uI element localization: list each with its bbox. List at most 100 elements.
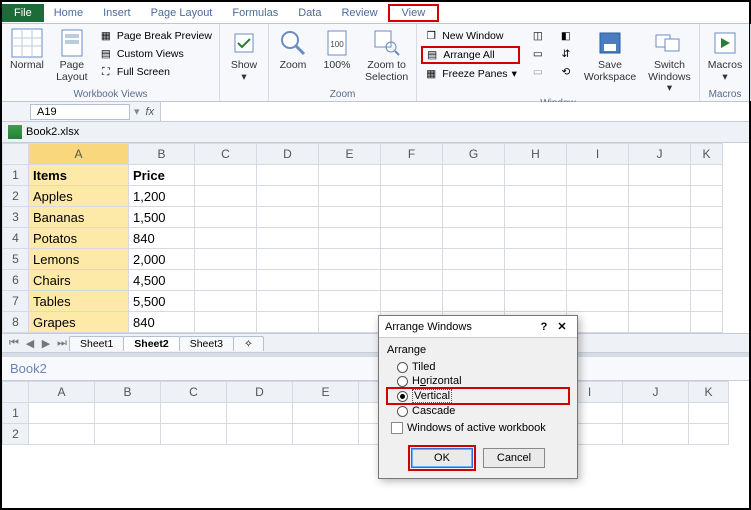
cell[interactable] bbox=[257, 312, 319, 333]
cell[interactable] bbox=[381, 228, 443, 249]
cell[interactable]: Tables bbox=[29, 291, 129, 312]
tab-review[interactable]: Review bbox=[331, 4, 387, 22]
cell[interactable] bbox=[381, 186, 443, 207]
split-button[interactable]: ◫ bbox=[528, 28, 548, 44]
select-all-cell[interactable] bbox=[3, 144, 29, 165]
cell[interactable] bbox=[293, 403, 359, 424]
cell[interactable] bbox=[689, 424, 729, 445]
cell[interactable] bbox=[319, 186, 381, 207]
sheet-tab-2[interactable]: Sheet2 bbox=[123, 336, 179, 351]
cell[interactable]: Items bbox=[29, 165, 129, 186]
col-header-E[interactable]: E bbox=[293, 382, 359, 403]
tab-data[interactable]: Data bbox=[288, 4, 331, 22]
sheet-nav-last[interactable]: ⏭ bbox=[54, 337, 70, 350]
worksheet-grid-2[interactable]: ABCDEFGHIJK 12 bbox=[2, 381, 729, 445]
radio-vertical[interactable]: Vertical bbox=[387, 388, 569, 404]
cell[interactable]: Apples bbox=[29, 186, 129, 207]
cell[interactable] bbox=[29, 403, 95, 424]
cell[interactable] bbox=[29, 424, 95, 445]
dialog-close-button[interactable]: ✕ bbox=[553, 320, 571, 333]
cell[interactable] bbox=[629, 270, 691, 291]
cell[interactable] bbox=[623, 424, 689, 445]
cell[interactable] bbox=[567, 228, 629, 249]
page-layout-button[interactable]: Page Layout bbox=[52, 26, 92, 85]
tab-view[interactable]: View bbox=[388, 4, 440, 22]
cell[interactable]: 840 bbox=[129, 312, 195, 333]
cell[interactable] bbox=[443, 228, 505, 249]
cell[interactable]: Lemons bbox=[29, 249, 129, 270]
cell[interactable] bbox=[689, 403, 729, 424]
cell[interactable] bbox=[567, 249, 629, 270]
cell[interactable] bbox=[691, 186, 723, 207]
cell[interactable] bbox=[257, 165, 319, 186]
cell[interactable] bbox=[567, 291, 629, 312]
zoom-to-selection-button[interactable]: Zoom to Selection bbox=[361, 26, 412, 85]
cell[interactable]: 1,200 bbox=[129, 186, 195, 207]
cell[interactable] bbox=[567, 165, 629, 186]
cell[interactable] bbox=[95, 424, 161, 445]
sheet-tab-3[interactable]: Sheet3 bbox=[179, 336, 234, 351]
cell[interactable] bbox=[505, 291, 567, 312]
cell[interactable] bbox=[195, 165, 257, 186]
cell[interactable] bbox=[195, 249, 257, 270]
cell[interactable]: 840 bbox=[129, 228, 195, 249]
cell[interactable]: Potatos bbox=[29, 228, 129, 249]
cell[interactable] bbox=[567, 186, 629, 207]
cell[interactable]: 5,500 bbox=[129, 291, 195, 312]
ok-button[interactable]: OK bbox=[411, 448, 473, 468]
cell[interactable] bbox=[567, 270, 629, 291]
tab-formulas[interactable]: Formulas bbox=[222, 4, 288, 22]
unhide-button[interactable]: ▭ bbox=[528, 64, 548, 80]
col-header-K[interactable]: K bbox=[691, 144, 723, 165]
save-workspace-button[interactable]: Save Workspace bbox=[580, 26, 640, 85]
cell[interactable] bbox=[319, 312, 381, 333]
cell[interactable] bbox=[443, 165, 505, 186]
cell[interactable] bbox=[319, 249, 381, 270]
col-header-K[interactable]: K bbox=[689, 382, 729, 403]
cell[interactable] bbox=[443, 270, 505, 291]
tab-insert[interactable]: Insert bbox=[93, 4, 141, 22]
cell[interactable] bbox=[195, 291, 257, 312]
cell[interactable] bbox=[227, 424, 293, 445]
cell[interactable] bbox=[629, 165, 691, 186]
cell[interactable] bbox=[443, 186, 505, 207]
col-header-D[interactable]: D bbox=[227, 382, 293, 403]
radio-cascade[interactable]: Cascade bbox=[387, 404, 569, 418]
cell[interactable] bbox=[227, 403, 293, 424]
cell[interactable] bbox=[257, 249, 319, 270]
cell[interactable] bbox=[629, 186, 691, 207]
freeze-panes-button[interactable]: ▦Freeze Panes ▾ bbox=[421, 66, 520, 82]
cell[interactable]: Chairs bbox=[29, 270, 129, 291]
col-header-J[interactable]: J bbox=[623, 382, 689, 403]
cell[interactable] bbox=[195, 270, 257, 291]
reset-position-button[interactable]: ⟲ bbox=[556, 64, 576, 80]
tab-home[interactable]: Home bbox=[44, 4, 93, 22]
row-header[interactable]: 7 bbox=[3, 291, 29, 312]
cell[interactable] bbox=[195, 312, 257, 333]
cell[interactable] bbox=[443, 249, 505, 270]
cell[interactable] bbox=[691, 249, 723, 270]
cell[interactable] bbox=[381, 270, 443, 291]
new-sheet-button[interactable]: ✧ bbox=[233, 336, 264, 351]
cell[interactable]: 2,000 bbox=[129, 249, 195, 270]
col-header-J[interactable]: J bbox=[629, 144, 691, 165]
row-header[interactable]: 8 bbox=[3, 312, 29, 333]
switch-windows-button[interactable]: Switch Windows ▾ bbox=[644, 26, 695, 97]
cell[interactable] bbox=[195, 207, 257, 228]
cell[interactable] bbox=[319, 270, 381, 291]
radio-tiled[interactable]: Tiled bbox=[387, 360, 569, 374]
cell[interactable] bbox=[257, 291, 319, 312]
tab-page-layout[interactable]: Page Layout bbox=[141, 4, 223, 22]
name-box[interactable] bbox=[30, 104, 130, 120]
cell[interactable] bbox=[381, 291, 443, 312]
cell[interactable] bbox=[195, 186, 257, 207]
macros-button[interactable]: Macros▾ bbox=[704, 26, 746, 85]
cell[interactable] bbox=[691, 228, 723, 249]
row-header[interactable]: 2 bbox=[3, 186, 29, 207]
zoom-button[interactable]: Zoom bbox=[273, 26, 313, 74]
tab-file[interactable]: File bbox=[2, 4, 44, 22]
cell[interactable] bbox=[257, 228, 319, 249]
row-header[interactable]: 3 bbox=[3, 207, 29, 228]
row-header[interactable]: 5 bbox=[3, 249, 29, 270]
row-header[interactable]: 2 bbox=[3, 424, 29, 445]
